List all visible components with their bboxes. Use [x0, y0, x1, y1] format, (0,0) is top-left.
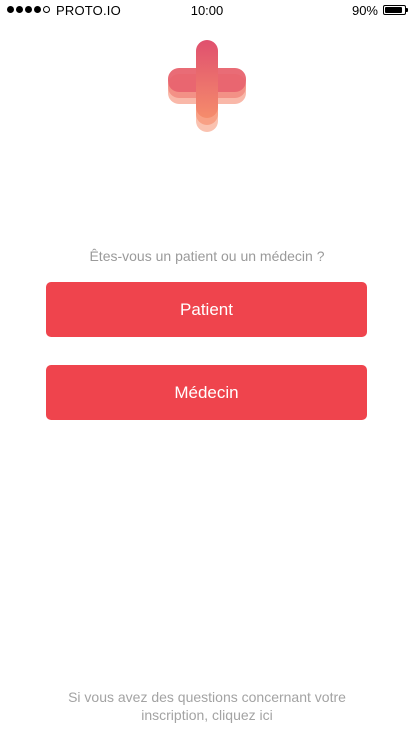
patient-button[interactable]: Patient	[46, 282, 367, 337]
medecin-button[interactable]: Médecin	[46, 365, 367, 420]
help-footer: Si vous avez des questions concernant vo…	[0, 688, 414, 724]
patient-button-label: Patient	[180, 299, 233, 319]
medecin-button-label: Médecin	[174, 382, 239, 402]
battery-percentage: 90%	[351, 3, 378, 18]
battery-icon	[383, 5, 408, 15]
status-bar: PROTO.IO 10:00 90%	[0, 0, 414, 20]
help-text-line1: Si vous avez des questions concernant vo…	[68, 689, 346, 705]
role-question: Êtes-vous un patient ou un médecin ?	[89, 248, 325, 264]
help-link[interactable]: inscription, cliquez ici	[141, 707, 273, 723]
battery-level	[385, 7, 403, 13]
medical-cross-icon	[168, 40, 246, 132]
